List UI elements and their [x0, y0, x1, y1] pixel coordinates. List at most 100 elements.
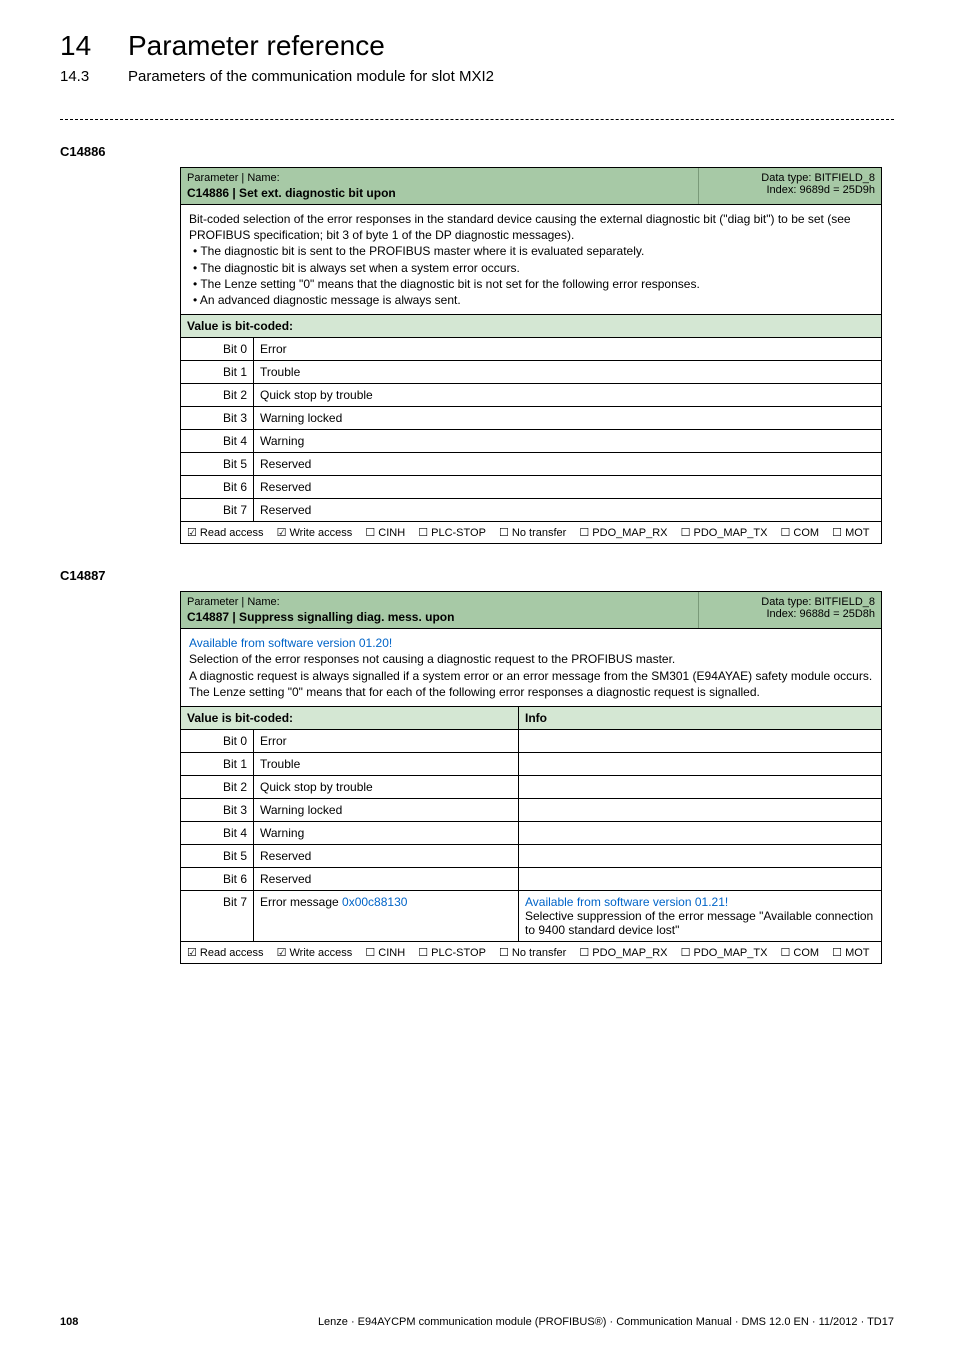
- bit-cell: Bit 2: [181, 384, 254, 407]
- separator: [60, 119, 894, 120]
- bit-cell: Bit 6: [181, 476, 254, 499]
- table-row: Bit 4Warning: [181, 430, 881, 453]
- param-name-label: Parameter | Name:: [187, 596, 692, 608]
- available-from-link[interactable]: Available from software version 01.21!: [525, 895, 875, 909]
- table-row: Bit 3Warning locked: [181, 407, 881, 430]
- label-cell: Trouble: [254, 361, 882, 384]
- chapter-title: Parameter reference: [128, 30, 385, 62]
- info-cell: [519, 867, 882, 890]
- info-cell: Available from software version 01.21! S…: [519, 890, 882, 941]
- info-cell: [519, 752, 882, 775]
- bit-coded-header: Value is bit-coded:: [181, 315, 881, 338]
- access-pdo-rx: ☐ PDO_MAP_RX: [579, 527, 667, 539]
- access-read: ☑ Read access: [187, 527, 264, 539]
- error-message-prefix: Error message: [260, 895, 342, 909]
- access-plcstop: ☐ PLC-STOP: [418, 947, 486, 959]
- label-cell: Error message 0x00c88130: [254, 890, 519, 941]
- access-com: ☐ COM: [781, 527, 820, 539]
- table-row: Bit 5Reserved: [181, 844, 881, 867]
- table-row: Bit 1Trouble: [181, 361, 881, 384]
- section-title: Parameters of the communication module f…: [128, 68, 494, 85]
- available-from-link[interactable]: Available from software version 01.20!: [189, 635, 873, 651]
- info-cell: [519, 844, 882, 867]
- bit-cell: Bit 5: [181, 844, 254, 867]
- access-com: ☐ COM: [781, 947, 820, 959]
- info-cell: [519, 798, 882, 821]
- param-desc-bullet: • The diagnostic bit is sent to the PROF…: [189, 243, 873, 259]
- bit-cell: Bit 1: [181, 361, 254, 384]
- param-header: Parameter | Name: C14886 | Set ext. diag…: [181, 168, 881, 205]
- table-row: Bit 7Reserved: [181, 499, 881, 522]
- table-row: Bit 6Reserved: [181, 476, 881, 499]
- access-row: ☑ Read access ☑ Write access ☐ CINH ☐ PL…: [181, 521, 881, 543]
- bit-cell: Bit 3: [181, 407, 254, 430]
- bit-cell: Bit 7: [181, 890, 254, 941]
- bit-coded-label: Value is bit-coded:: [181, 315, 881, 337]
- table-row: Bit 4Warning: [181, 821, 881, 844]
- bits-table: Bit 0Error Bit 1Trouble Bit 2Quick stop …: [181, 730, 881, 941]
- param-box-c14886: Parameter | Name: C14886 | Set ext. diag…: [180, 167, 882, 544]
- table-row: Bit 2Quick stop by trouble: [181, 384, 881, 407]
- bit-cell: Bit 2: [181, 775, 254, 798]
- table-row: Bit 0Error: [181, 730, 881, 753]
- param-name-label: Parameter | Name:: [187, 172, 692, 184]
- label-cell: Error: [254, 730, 519, 753]
- label-cell: Reserved: [254, 867, 519, 890]
- table-row: Bit 7 Error message 0x00c88130 Available…: [181, 890, 881, 941]
- param-header: Parameter | Name: C14887 | Suppress sign…: [181, 592, 881, 629]
- param-desc-intro: Bit-coded selection of the error respons…: [189, 211, 873, 243]
- label-cell: Warning locked: [254, 407, 882, 430]
- label-cell: Reserved: [254, 499, 882, 522]
- bit-cell: Bit 5: [181, 453, 254, 476]
- access-cinh: ☐ CINH: [365, 527, 405, 539]
- page-footer: 108 Lenze · E94AYCPM communication modul…: [60, 1316, 894, 1328]
- access-mot: ☐ MOT: [832, 947, 869, 959]
- param-index: Index: 9688d = 25D8h: [705, 608, 875, 620]
- label-cell: Reserved: [254, 476, 882, 499]
- bit-cell: Bit 1: [181, 752, 254, 775]
- section-number: 14.3: [60, 68, 100, 85]
- label-cell: Reserved: [254, 453, 882, 476]
- label-cell: Error: [254, 338, 882, 361]
- param-desc-line: The Lenze setting "0" means that for eac…: [189, 684, 873, 700]
- bit-cell: Bit 3: [181, 798, 254, 821]
- label-cell: Quick stop by trouble: [254, 384, 882, 407]
- label-cell: Warning locked: [254, 798, 519, 821]
- access-write: ☑ Write access: [277, 527, 353, 539]
- param-description: Available from software version 01.20! S…: [181, 629, 881, 707]
- access-mot: ☐ MOT: [832, 527, 869, 539]
- param-desc-bullet: • An advanced diagnostic message is alwa…: [189, 292, 873, 308]
- access-row: ☑ Read access ☑ Write access ☐ CINH ☐ PL…: [181, 941, 881, 963]
- param-desc-line: A diagnostic request is always signalled…: [189, 668, 873, 684]
- label-cell: Warning: [254, 430, 882, 453]
- param-datatype: Data type: BITFIELD_8: [705, 172, 875, 184]
- access-pdo-tx: ☐ PDO_MAP_TX: [681, 527, 768, 539]
- label-cell: Warning: [254, 821, 519, 844]
- access-cinh: ☐ CINH: [365, 947, 405, 959]
- access-read: ☑ Read access: [187, 947, 264, 959]
- param-description: Bit-coded selection of the error respons…: [181, 205, 881, 315]
- info-cell: [519, 730, 882, 753]
- param-id: C14887: [60, 568, 894, 583]
- table-row: Bit 5Reserved: [181, 453, 881, 476]
- table-row: Bit 3Warning locked: [181, 798, 881, 821]
- bit-cell: Bit 4: [181, 430, 254, 453]
- table-row: Bit 1Trouble: [181, 752, 881, 775]
- param-index: Index: 9689d = 25D9h: [705, 184, 875, 196]
- footer-docline: Lenze · E94AYCPM communication module (P…: [318, 1316, 894, 1328]
- bit-coded-header: Value is bit-coded: Info: [181, 707, 881, 730]
- table-row: Bit 0Error: [181, 338, 881, 361]
- param-id: C14886: [60, 144, 894, 159]
- info-cell: [519, 775, 882, 798]
- bit-cell: Bit 0: [181, 338, 254, 361]
- access-pdo-tx: ☐ PDO_MAP_TX: [681, 947, 768, 959]
- access-plcstop: ☐ PLC-STOP: [418, 527, 486, 539]
- table-row: Bit 6Reserved: [181, 867, 881, 890]
- error-code-link[interactable]: 0x00c88130: [342, 895, 407, 909]
- param-datatype: Data type: BITFIELD_8: [705, 596, 875, 608]
- access-notransfer: ☐ No transfer: [499, 527, 566, 539]
- param-name-title: C14887 | Suppress signalling diag. mess.…: [187, 610, 692, 624]
- param-desc-line: Selection of the error responses not cau…: [189, 651, 873, 667]
- bit-cell: Bit 0: [181, 730, 254, 753]
- page-number: 108: [60, 1316, 78, 1328]
